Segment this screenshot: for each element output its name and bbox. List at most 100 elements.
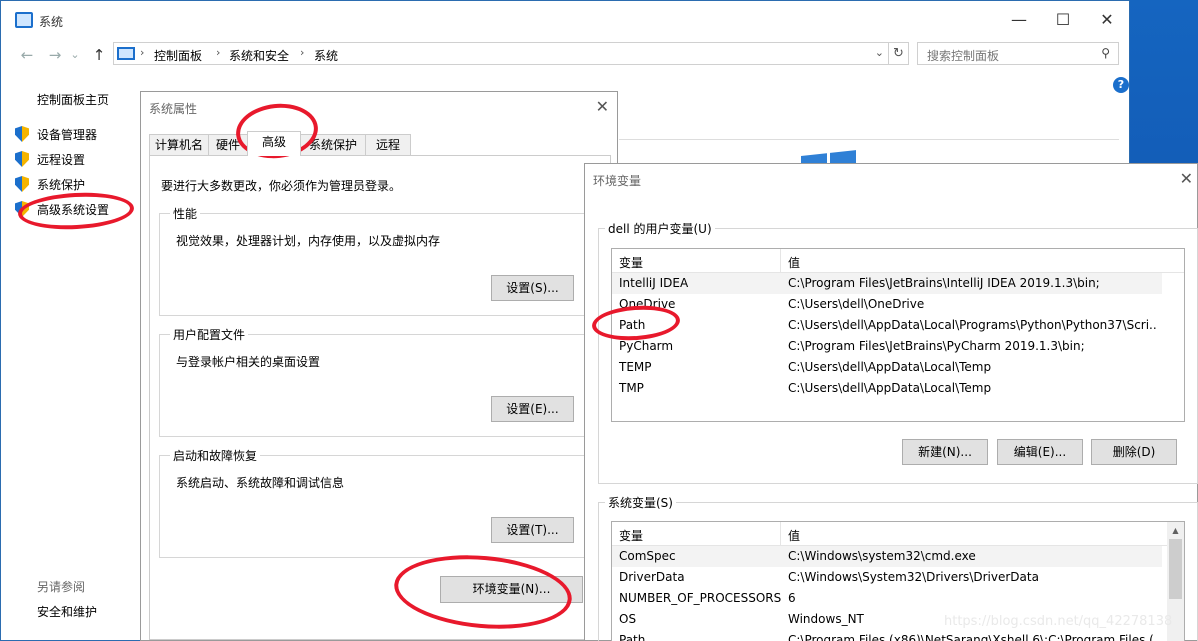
window-title: 系统 [39, 15, 64, 29]
dialog-title: 系统属性 [149, 102, 198, 116]
refresh-icon[interactable]: ↻ [889, 42, 909, 65]
list-header: 变量 值 [612, 522, 1184, 546]
variable-name: OS [619, 612, 637, 626]
tab-advanced[interactable]: 高级 [247, 131, 301, 156]
environment-variables-button[interactable]: 环境变量(N)... [440, 576, 583, 603]
profiles-settings-button[interactable]: 设置(E)... [491, 396, 574, 422]
address-bar: ← → ⌄ ↑ › 控制面板 › 系统和安全 › 系统 ⌄ ↻ 搜索控制面板 ⚲ [1, 39, 1129, 69]
variable-name: PyCharm [619, 339, 674, 353]
table-row[interactable]: NUMBER_OF_PROCESSORS 6 [612, 588, 1162, 609]
group-title: dell 的用户变量(U) [605, 220, 715, 237]
address-dropdown-icon[interactable]: ⌄ [875, 46, 884, 59]
variable-value: C:\Program Files (x86)\NetSarang\Xshell … [788, 633, 1158, 641]
list-header: 变量 值 [612, 249, 1184, 273]
breadcrumb-separator: › [300, 46, 305, 59]
search-input[interactable]: 搜索控制面板 ⚲ [917, 42, 1119, 65]
group-description: 与登录帐户相关的桌面设置 [176, 355, 321, 369]
admin-note: 要进行大多数更改，你必须作为管理员登录。 [161, 179, 402, 193]
recent-dropdown-icon[interactable]: ⌄ [69, 45, 81, 65]
column-header-value[interactable]: 值 [788, 527, 800, 544]
table-row[interactable]: Path C:\Program Files (x86)\NetSarang\Xs… [612, 630, 1162, 641]
sidebar-item-label: 系统保护 [37, 178, 86, 192]
column-header-variable[interactable]: 变量 [619, 527, 643, 544]
up-arrow-icon[interactable]: ↑ [89, 45, 109, 65]
group-title: 性能 [170, 205, 201, 222]
performance-settings-button[interactable]: 设置(S)... [491, 275, 574, 301]
forward-arrow-icon[interactable]: → [45, 45, 65, 65]
variable-value: C:\Users\dell\AppData\Local\Temp [788, 360, 992, 374]
control-panel-home-link[interactable]: 控制面板主页 [37, 91, 109, 108]
startup-settings-button[interactable]: 设置(T)... [491, 517, 574, 543]
system-properties-dialog: 系统属性 ✕ 计算机名 硬件 高级 系统保护 远程 要进行大多数更改，你必须作为… [140, 91, 618, 641]
table-row[interactable]: Path C:\Users\dell\AppData\Local\Program… [612, 315, 1162, 336]
close-button[interactable]: ✕ [1097, 10, 1117, 30]
new-user-variable-button[interactable]: 新建(N)... [902, 439, 988, 465]
variable-value: C:\Program Files\JetBrains\PyCharm 2019.… [788, 339, 1085, 353]
table-row[interactable]: TEMP C:\Users\dell\AppData\Local\Temp [612, 357, 1162, 378]
security-maintenance-link[interactable]: 安全和维护 [37, 603, 97, 620]
group-title: 系统变量(S) [605, 494, 676, 511]
breadcrumb-separator: › [216, 46, 221, 59]
scroll-up-icon[interactable]: ▲ [1167, 522, 1184, 539]
breadcrumb-control-panel[interactable]: 控制面板 [154, 47, 202, 64]
variable-value: 6 [788, 591, 796, 605]
table-row[interactable]: TMP C:\Users\dell\AppData\Local\Temp [612, 378, 1162, 399]
variable-value: C:\Users\dell\OneDrive [788, 297, 925, 311]
breadcrumb-system-security[interactable]: 系统和安全 [229, 47, 289, 64]
table-row[interactable]: ComSpec C:\Windows\system32\cmd.exe [612, 546, 1162, 567]
breadcrumb-system[interactable]: 系统 [314, 47, 338, 64]
user-variables-list[interactable]: 变量 值 IntelliJ IDEA C:\Program Files\JetB… [611, 248, 1185, 422]
watermark-text: https://blog.csdn.net/qq_42278138 [944, 614, 1173, 629]
tab-remote[interactable]: 远程 [365, 134, 411, 156]
delete-user-variable-button[interactable]: 删除(D) [1091, 439, 1177, 465]
variable-name: Path [619, 633, 646, 641]
group-title: 启动和故障恢复 [170, 447, 261, 464]
sidebar-item-label: 设备管理器 [37, 128, 98, 142]
tab-hardware[interactable]: 硬件 [208, 134, 248, 156]
variable-value: C:\Windows\System32\Drivers\DriverData [788, 570, 1039, 584]
user-variables-group: dell 的用户变量(U) 变量 值 IntelliJ IDEA C:\Prog… [598, 220, 1198, 484]
column-header-value[interactable]: 值 [788, 254, 800, 271]
table-row[interactable]: OneDrive C:\Users\dell\OneDrive [612, 294, 1162, 315]
tab-system-protection[interactable]: 系统保护 [300, 134, 366, 156]
column-divider[interactable] [780, 249, 781, 273]
variable-name: IntelliJ IDEA [619, 276, 689, 290]
table-row[interactable]: DriverData C:\Windows\System32\Drivers\D… [612, 567, 1162, 588]
divider [619, 139, 1119, 140]
variable-value: C:\Windows\system32\cmd.exe [788, 549, 976, 563]
edit-user-variable-button[interactable]: 编辑(E)... [997, 439, 1083, 465]
close-icon[interactable]: ✕ [1180, 169, 1193, 188]
scrollbar-thumb[interactable] [1169, 539, 1182, 599]
group-description: 系统启动、系统故障和调试信息 [176, 476, 345, 490]
variable-name: OneDrive [619, 297, 676, 311]
column-header-variable[interactable]: 变量 [619, 254, 643, 271]
back-arrow-icon[interactable]: ← [17, 45, 37, 65]
variable-name: DriverData [619, 570, 685, 584]
table-row[interactable]: PyCharm C:\Program Files\JetBrains\PyCha… [612, 336, 1162, 357]
search-icon[interactable]: ⚲ [1101, 46, 1110, 60]
column-divider[interactable] [780, 522, 781, 546]
table-row[interactable]: IntelliJ IDEA C:\Program Files\JetBrains… [612, 273, 1162, 294]
variable-name: NUMBER_OF_PROCESSORS [619, 591, 782, 605]
shield-icon [15, 201, 29, 217]
variable-name: TMP [619, 381, 644, 395]
dialog-title: 环境变量 [593, 174, 642, 188]
environment-variables-dialog: 环境变量 ✕ dell 的用户变量(U) 变量 值 IntelliJ IDEA … [584, 163, 1198, 641]
shield-icon [15, 151, 29, 167]
group-title: 用户配置文件 [170, 326, 249, 343]
variable-name: Path [619, 318, 646, 332]
variable-name: ComSpec [619, 549, 676, 563]
help-icon[interactable]: ? [1113, 77, 1129, 93]
shield-icon [15, 126, 29, 142]
maximize-button[interactable]: ☐ [1053, 10, 1073, 30]
variable-name: TEMP [619, 360, 652, 374]
tab-computer-name[interactable]: 计算机名 [149, 134, 209, 156]
shield-icon [15, 176, 29, 192]
address-field[interactable]: › 控制面板 › 系统和安全 › 系统 ⌄ [113, 42, 889, 65]
sidebar-item-label: 高级系统设置 [37, 203, 110, 217]
variable-value: C:\Users\dell\AppData\Local\Programs\Pyt… [788, 318, 1158, 332]
close-icon[interactable]: ✕ [596, 97, 609, 116]
search-placeholder: 搜索控制面板 [927, 49, 1000, 63]
minimize-button[interactable]: — [1009, 10, 1029, 30]
user-profiles-group: 用户配置文件 与登录帐户相关的桌面设置 设置(E)... [159, 326, 586, 437]
